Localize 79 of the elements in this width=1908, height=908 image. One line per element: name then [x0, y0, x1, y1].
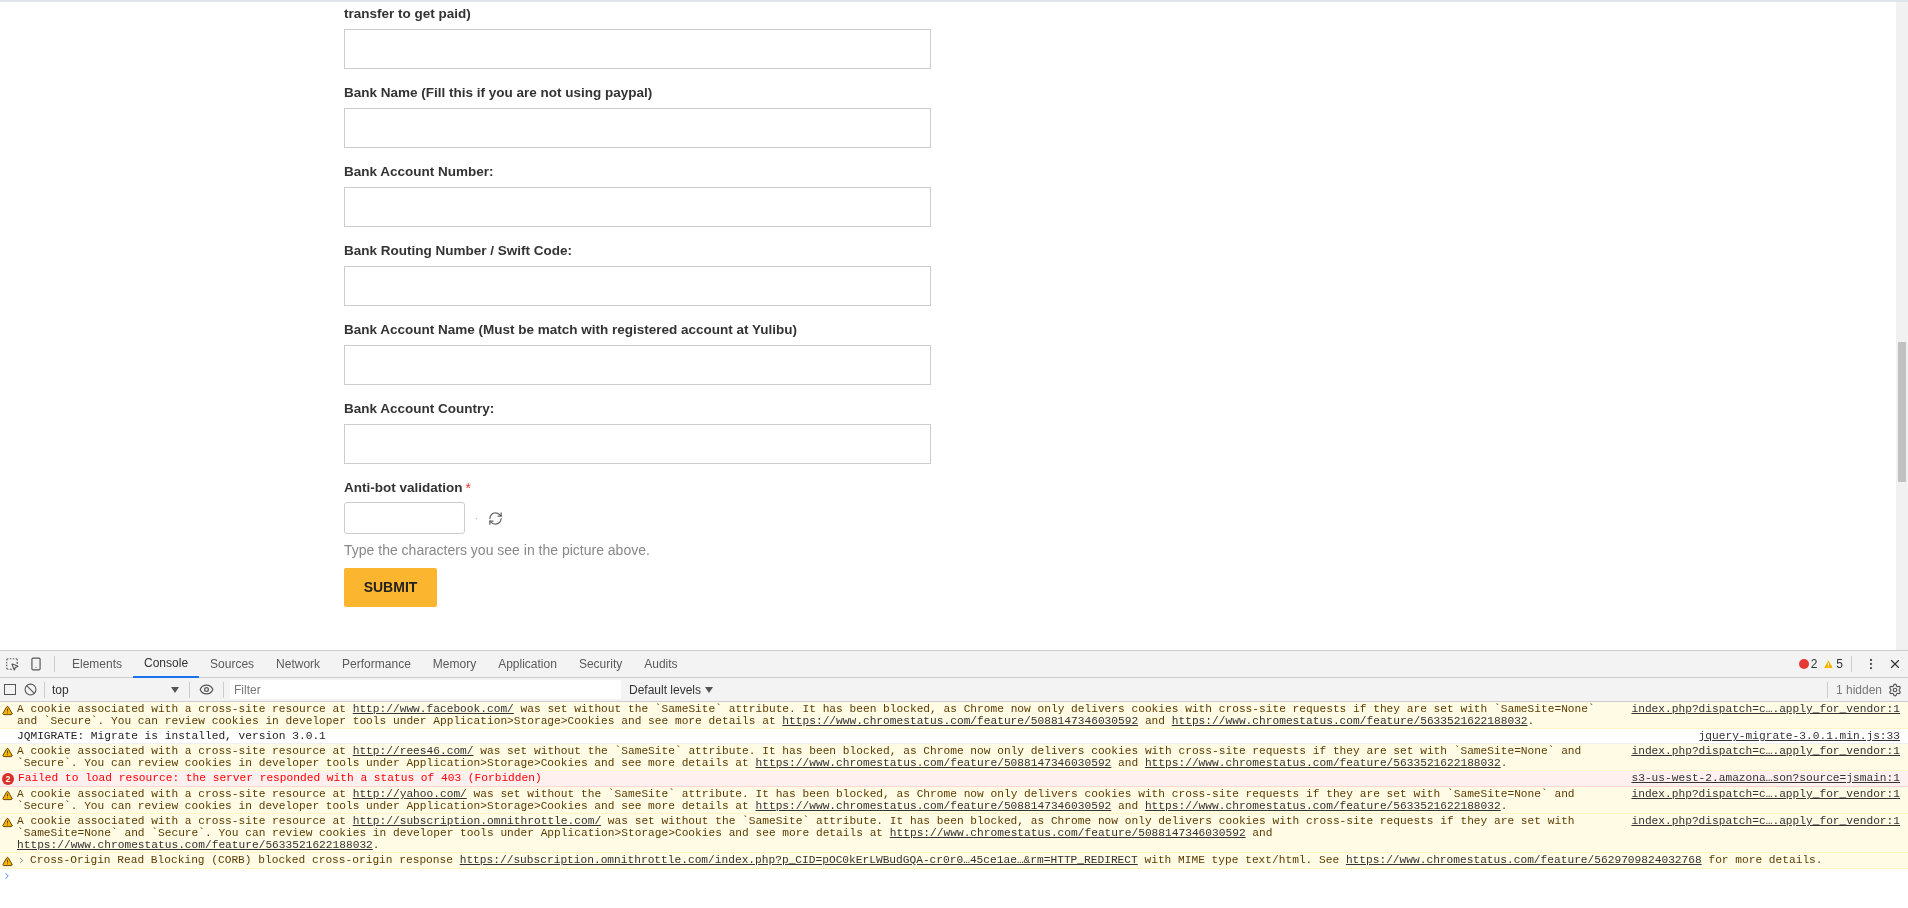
error-count-badge: 2 — [2, 773, 14, 785]
warning-icon — [2, 790, 13, 801]
settings-icon[interactable] — [1888, 682, 1902, 697]
dropdown-caret-icon — [171, 686, 179, 693]
source-link[interactable]: index.php?dispatch=c….apply_for_vendor:1 — [1631, 703, 1900, 715]
inspect-icon[interactable] — [5, 657, 19, 671]
warning-count[interactable]: 5 — [1823, 655, 1843, 673]
input-field[interactable] — [344, 108, 931, 148]
sidebar-toggle-icon[interactable] — [4, 684, 16, 695]
message-link[interactable]: http://subscription.omnithrottle.com/ — [352, 815, 602, 827]
message-link[interactable]: https://www.chromestatus.com/feature/5633521622188032 — [1144, 800, 1501, 812]
refresh-icon[interactable] — [488, 510, 504, 526]
devtools-tab[interactable]: Network — [265, 650, 332, 678]
hidden-count: 1 hidden — [1835, 681, 1882, 699]
devtools-tab[interactable]: Performance — [331, 650, 422, 678]
source-link[interactable]: jquery-migrate-3.0.1.min.js:33 — [1698, 730, 1900, 742]
field-label: Bank Routing Number / Swift Code: — [344, 242, 573, 260]
field-label: Bank Account Name (Must be match with registered account at Yulibu) — [344, 321, 799, 339]
message-link[interactable]: http://rees46.com/ — [352, 745, 474, 757]
field-label: Bank Account Number: — [344, 163, 495, 181]
message-link[interactable]: https://subscription.omnithrottle.com/index.php?p_CID=pOC0kErLWBudGQA-cr0r0…45ce1ae…&rm=HTTP_REDIRECT — [459, 854, 1138, 866]
input-field[interactable] — [344, 424, 931, 464]
message-link[interactable]: https://www.chromestatus.com/feature/5088147346030592 — [755, 800, 1112, 812]
field-label: transfer to get paid) — [344, 5, 472, 23]
input-field[interactable] — [344, 29, 931, 69]
captcha-input[interactable] — [344, 502, 465, 534]
console-message: A cookie associated with a cross-site resource at http://yahoo.com/ was set without the `SameSite` attribute. It has been blocked, as Chrome now only delivers cookies with cross-site requests if they are set with `SameSite=None` and `Secure`. You can review cookies in developer tools under Application>Storage>Cookies and see more details at https://www.chromestatus.com/feature/5088147346030592 and https://www.chromestatus.com/feature/5633521622188032. — [17, 788, 1576, 812]
console-message: Cross-Origin Read Blocking (CORB) blocked cross-origin response https://subscription.omnithrottle.com/index.php?p_CID=pOC0kErLWBudGQA-cr0r0…45ce1ae…&rm=HTTP_REDIRECT with MIME type text/html. See https://www.chromestatus.com/feature/5629709824032768 for more details. — [30, 854, 1824, 866]
source-link[interactable]: index.php?dispatch=c….apply_for_vendor:1 — [1631, 745, 1900, 757]
device-icon[interactable] — [29, 657, 43, 671]
dropdown-caret-icon — [705, 686, 714, 693]
message-link[interactable]: http://www.facebook.com/ — [352, 703, 514, 715]
message-link[interactable]: http://yahoo.com/ — [352, 788, 467, 800]
console-message: A cookie associated with a cross-site resource at http://rees46.com/ was set without the `SameSite` attribute. It has been blocked, as Chrome now only delivers cookies with cross-site requests if they are set with `SameSite=None` and `Secure`. You can review cookies in developer tools under Application>Storage>Cookies and see more details at https://www.chromestatus.com/feature/5088147346030592 and https://www.chromestatus.com/feature/5633521622188032. — [17, 745, 1583, 769]
console-message: JQMIGRATE: Migrate is installed, version 3.0.1 — [17, 730, 327, 742]
devtools-tab[interactable]: Audits — [633, 650, 689, 678]
warning-icon — [2, 705, 13, 716]
clear-console-icon[interactable] — [24, 683, 37, 696]
message-link[interactable]: https://www.chromestatus.com/feature/5088147346030592 — [782, 715, 1139, 727]
console-message: A cookie associated with a cross-site resource at http://subscription.omnithrottle.com/ was set without the `SameSite` attribute. It has been blocked, as Chrome now only delivers cookies with cross-site requests if they are set with `SameSite=None` and `Secure`. You can review cookies in developer tools under Application>Storage>Cookies and see more details at https://www.chromestatus.com/feature/5088147346030592 and https://www.chromestatus.com/feature/5633521622188032. — [17, 815, 1576, 851]
eye-icon[interactable] — [199, 682, 214, 697]
warning-icon — [2, 817, 13, 828]
captcha-hint: Type the characters you see in the picture above. — [344, 541, 651, 560]
input-field[interactable] — [344, 345, 931, 385]
message-link[interactable]: https://www.chromestatus.com/feature/5633521622188032 — [17, 839, 373, 851]
message-link[interactable]: https://www.chromestatus.com/feature/5629709824032768 — [1345, 854, 1702, 866]
input-field[interactable] — [344, 266, 931, 306]
captcha-image: · — [474, 511, 480, 526]
message-link[interactable]: https://www.chromestatus.com/feature/5633521622188032 — [1144, 757, 1501, 769]
console-message: A cookie associated with a cross-site resource at http://www.facebook.com/ was set without the `SameSite` attribute. It has been blocked, as Chrome now only delivers cookies with cross-site requests if they are set with `SameSite=None` and `Secure`. You can review cookies in developer tools under Application>Storage>Cookies and see more details at https://www.chromestatus.com/feature/5088147346030592 and https://www.chromestatus.com/feature/5633521622188032. — [17, 703, 1596, 727]
devtools-tab[interactable]: Security — [567, 650, 634, 678]
required-mark: * — [465, 479, 471, 498]
field-label: Anti-bot validation — [344, 479, 463, 497]
close-icon[interactable] — [1888, 657, 1902, 671]
message-link[interactable]: https://www.chromestatus.com/feature/5633521622188032 — [1171, 715, 1528, 727]
submit-button[interactable]: SUBMIT — [344, 568, 437, 607]
source-link[interactable]: index.php?dispatch=c….apply_for_vendor:1 — [1631, 788, 1900, 800]
source-link[interactable]: index.php?dispatch=c….apply_for_vendor:1 — [1631, 815, 1900, 827]
message-link[interactable]: https://www.chromestatus.com/feature/5088147346030592 — [889, 827, 1246, 839]
devtools-tab[interactable]: Elements — [61, 650, 134, 678]
console-message: Failed to load resource: the server responded with a status of 403 (Forbidden) — [18, 772, 543, 784]
devtools-tab[interactable]: Memory — [421, 650, 488, 678]
message-link[interactable]: https://www.chromestatus.com/feature/5088147346030592 — [755, 757, 1112, 769]
context-select[interactable]: top — [48, 680, 183, 699]
source-link[interactable]: s3-us-west-2.amazona…son?source=jsmain:1 — [1631, 772, 1900, 784]
filter-input[interactable]: Filter — [230, 680, 621, 699]
error-icon — [1798, 659, 1809, 669]
devtools-tab[interactable]: Application — [487, 650, 568, 678]
warning-icon — [2, 856, 13, 867]
field-label: Bank Account Country: — [344, 400, 496, 418]
warning-icon — [1823, 658, 1835, 670]
field-label: Bank Name (Fill this if you are not using paypal) — [344, 84, 654, 102]
input-field[interactable] — [344, 187, 931, 227]
devtools-tab[interactable]: Sources — [199, 650, 266, 678]
error-count[interactable]: 2 — [1798, 655, 1818, 673]
log-levels-dropdown[interactable]: Default levels — [629, 680, 714, 699]
console-prompt-icon[interactable] — [2, 871, 12, 881]
scrollbar-thumb[interactable] — [1898, 342, 1906, 482]
warning-icon — [2, 747, 13, 758]
